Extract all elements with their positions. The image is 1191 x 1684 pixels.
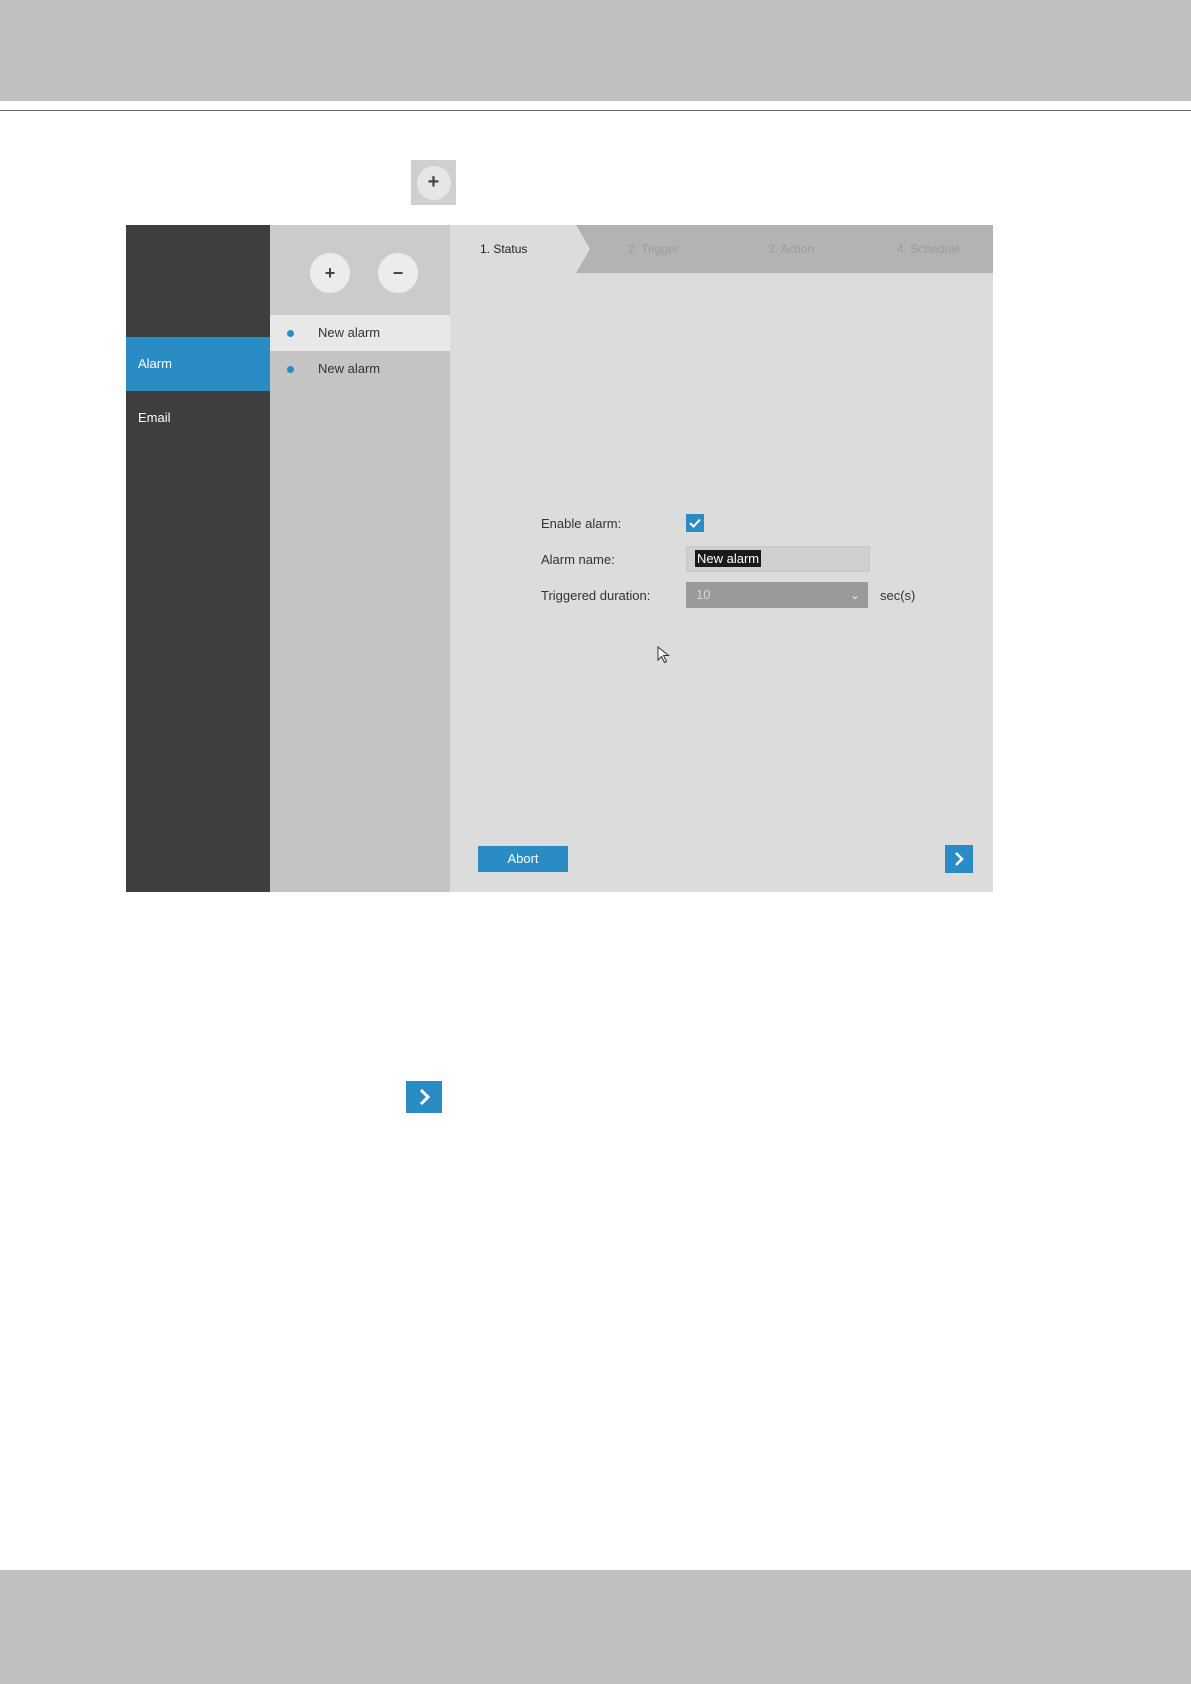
sidebar-item-alarm[interactable]: Alarm (126, 337, 270, 391)
tab-trigger[interactable]: 2. Trigger (628, 225, 679, 273)
triggered-duration-label: Triggered duration: (541, 588, 651, 603)
page-footer-band (0, 1570, 1191, 1684)
check-icon (689, 518, 701, 528)
alarm-name-value: New alarm (695, 550, 762, 567)
plus-icon: + (324, 262, 336, 283)
wizard-steps: 1. Status 2. Trigger 3. Action 4. Schedu… (450, 225, 993, 273)
list-item[interactable]: New alarm (270, 315, 450, 351)
remove-alarm-button[interactable]: − (378, 253, 418, 293)
alarm-settings-screenshot: Alarm Email + − New alarm New alarm 1. S… (126, 225, 993, 892)
triggered-duration-select[interactable]: 10 ⌄ (686, 582, 868, 608)
minus-icon: − (392, 262, 404, 283)
list-item-label: New alarm (318, 361, 381, 376)
header-rule (0, 110, 1191, 111)
sidebar: Alarm Email (126, 225, 270, 892)
abort-button[interactable]: Abort (478, 846, 568, 872)
list-item-label: New alarm (318, 325, 381, 340)
sidebar-item-email[interactable]: Email (126, 391, 270, 445)
status-dot-icon (287, 330, 294, 337)
tab-schedule[interactable]: 4. Schedule (897, 225, 960, 273)
alarm-list-panel: + − New alarm New alarm (270, 225, 450, 892)
inline-add-icon: + (411, 160, 456, 205)
mouse-cursor-icon (657, 646, 670, 664)
alarm-list-toolbar: + − (270, 225, 450, 315)
enable-alarm-label: Enable alarm: (541, 516, 622, 531)
chevron-down-icon: ⌄ (849, 588, 860, 602)
enable-alarm-checkbox[interactable] (686, 514, 704, 532)
chevron-right-icon (419, 1088, 431, 1106)
triggered-duration-value: 10 (696, 587, 711, 602)
alarm-name-input[interactable]: New alarm (686, 546, 870, 572)
tab-action[interactable]: 3. Action (768, 225, 814, 273)
duration-unit: sec(s) (880, 588, 916, 603)
wizard-content: 1. Status 2. Trigger 3. Action 4. Schedu… (450, 225, 993, 892)
plus-icon: + (416, 165, 451, 200)
chevron-right-icon (955, 852, 964, 866)
status-dot-icon (287, 366, 294, 373)
inline-next-icon (406, 1081, 442, 1113)
alarm-name-label: Alarm name: (541, 552, 615, 567)
page-header-band (0, 0, 1191, 101)
add-alarm-button[interactable]: + (310, 253, 350, 293)
next-step-button[interactable] (945, 845, 973, 873)
list-item[interactable]: New alarm (270, 351, 450, 387)
tab-status[interactable]: 1. Status (480, 225, 527, 273)
